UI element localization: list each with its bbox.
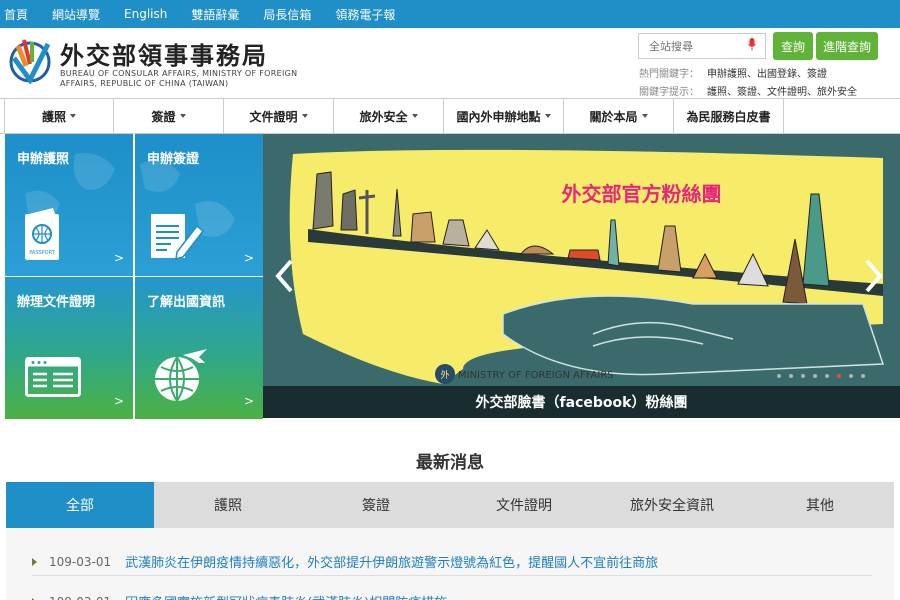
carousel-dot[interactable]	[813, 374, 817, 378]
news-item[interactable]: 109-03-01 武漢肺炎在伊朗疫情持續惡化，外交部提升伊朗旅遊警示燈號為紅色…	[32, 552, 872, 571]
top-utility-bar: 首頁 網站導覽 English 雙語辭彙 局長信箱 領務電子報	[0, 0, 900, 28]
carousel-dot[interactable]	[861, 374, 865, 378]
carousel-dot[interactable]	[825, 374, 829, 378]
bureau-logo-icon[interactable]	[6, 36, 54, 84]
tile-document-authentication[interactable]: 辦理文件證明 >	[5, 277, 133, 419]
caret-down-icon	[411, 114, 418, 118]
news-tab-all[interactable]: 全部	[6, 482, 154, 528]
banner-caption[interactable]: 外交部臉書（facebook）粉絲團	[263, 386, 900, 418]
news-divider	[32, 575, 872, 576]
hot-keywords-links[interactable]: 申辦護照、出國登錄、簽證	[707, 69, 827, 80]
caret-down-icon	[544, 114, 551, 118]
news-date: 109-03-01	[49, 554, 112, 569]
topbar-link-home[interactable]: 首頁	[4, 6, 28, 23]
carousel-dot[interactable]	[849, 374, 853, 378]
advanced-search-button[interactable]: 進階查詢	[816, 32, 878, 60]
news-list: 109-03-01 武漢肺炎在伊朗疫情持續惡化，外交部提升伊朗旅遊警示燈號為紅色…	[6, 528, 894, 600]
nav-item-label: 關於本局	[589, 109, 638, 124]
news-title-link[interactable]: 武漢肺炎在伊朗疫情持續惡化，外交部提升伊朗旅遊警示燈號為紅色，提醒國人不宜前往商…	[125, 552, 658, 571]
news-tab-passport[interactable]: 護照	[154, 482, 302, 528]
nav-item-label: 旅外安全	[359, 109, 408, 124]
tile-apply-visa[interactable]: 申辦簽證 >	[135, 134, 263, 276]
nav-item-passport[interactable]: 護照	[4, 99, 114, 133]
topbar-link-director-mailbox[interactable]: 局長信箱	[263, 6, 311, 23]
site-subtitle-line1: BUREAU OF CONSULAR AFFAIRS, MINISTRY OF …	[60, 69, 298, 78]
carousel-next-icon[interactable]	[863, 258, 885, 294]
document-pen-icon	[151, 214, 205, 261]
nav-item-service-white-paper[interactable]: 為民服務白皮書	[674, 99, 784, 133]
banner-org-text: MINISTRY OF FOREIGN AFFAIRS	[458, 370, 614, 381]
keyword-hints-label: 關鍵字提示：	[639, 87, 699, 98]
keyword-hints-links[interactable]: 護照、簽證、文件證明、旅外安全	[707, 87, 857, 98]
news-heading: 最新消息	[416, 453, 484, 473]
carousel-dot[interactable]	[801, 374, 805, 378]
hot-keywords-row: 熱門關鍵字： 申辦護照、出國登錄、簽證	[639, 65, 827, 80]
topbar-link-sitemap[interactable]: 網站導覽	[52, 6, 100, 23]
search-button[interactable]: 查詢	[773, 32, 813, 60]
news-tab-document-authentication[interactable]: 文件證明	[450, 482, 598, 528]
site-subtitle-line2: AFFAIRS, REPUBLIC OF CHINA (TAIWAN)	[60, 79, 229, 88]
nav-item-label: 簽證	[151, 109, 176, 124]
tile-label: 辦理文件證明	[17, 295, 96, 310]
tile-apply-passport[interactable]: 申辦護照 PASSPORT >	[5, 134, 133, 276]
nav-item-label: 護照	[41, 109, 66, 124]
caret-down-icon	[179, 114, 186, 118]
carousel-dots	[777, 374, 873, 378]
news-tabs: 全部 護照 簽證 文件證明 旅外安全資訊 其他	[6, 482, 894, 528]
caret-down-icon	[641, 114, 648, 118]
certificate-icon	[25, 357, 81, 397]
news-tab-travel-safety[interactable]: 旅外安全資訊	[598, 482, 746, 528]
nav-item-label: 國內外申辦地點	[456, 109, 541, 124]
passport-icon: PASSPORT	[25, 208, 59, 260]
carousel-prev-icon[interactable]	[273, 258, 295, 294]
nav-item-label: 為民服務白皮書	[686, 109, 771, 124]
banner-title: 外交部官方粉絲團	[561, 182, 722, 206]
nav-item-about[interactable]: 關於本局	[564, 99, 674, 133]
passport-text: PASSPORT	[29, 250, 56, 256]
news-date: 109-03-01	[49, 595, 111, 600]
hot-keywords-label: 熱門關鍵字：	[639, 69, 699, 80]
chevron-right-icon: >	[243, 251, 254, 265]
topbar-link-english[interactable]: English	[124, 7, 167, 21]
chevron-right-icon: >	[243, 394, 254, 408]
chevron-right-icon: >	[113, 251, 124, 265]
tile-label: 申辦護照	[17, 152, 70, 167]
carousel-dot[interactable]	[777, 374, 781, 378]
nav-item-travel-safety[interactable]: 旅外安全	[334, 99, 444, 133]
triangle-bullet-icon	[32, 557, 37, 566]
globe-plane-icon	[155, 349, 207, 402]
nav-item-visa[interactable]: 簽證	[114, 99, 224, 133]
caret-down-icon	[301, 114, 308, 118]
keyword-hints-row: 關鍵字提示： 護照、簽證、文件證明、旅外安全	[639, 83, 857, 98]
nav-item-label: 文件證明	[249, 109, 298, 124]
main-nav: 護照 簽證 文件證明 旅外安全 國內外申辦地點 關於本局 為民服務白皮書	[0, 98, 900, 134]
tile-travel-info[interactable]: 了解出國資訊 >	[135, 277, 263, 419]
site-search-input[interactable]	[638, 33, 766, 59]
news-tab-visa[interactable]: 簽證	[302, 482, 450, 528]
topbar-link-glossary[interactable]: 雙語辭彙	[191, 6, 239, 23]
carousel-dot[interactable]	[789, 374, 793, 378]
news-title-link[interactable]: 因應多國實施新型冠狀病毒肺炎(武漢肺炎)相關防疫措施	[125, 592, 447, 600]
chevron-right-icon: >	[113, 394, 124, 408]
news-tab-other[interactable]: 其他	[746, 482, 894, 528]
site-header: 外交部領事事務局 BUREAU OF CONSULAR AFFAIRS, MIN…	[0, 28, 900, 98]
caret-down-icon	[70, 114, 76, 118]
nav-item-document-authentication[interactable]: 文件證明	[224, 99, 334, 133]
carousel-dot[interactable]	[837, 374, 841, 378]
nav-item-application-locations[interactable]: 國內外申辦地點	[444, 99, 564, 133]
site-title[interactable]: 外交部領事事務局	[60, 36, 268, 71]
tile-label: 了解出國資訊	[147, 295, 226, 310]
news-item[interactable]: 109-03-01 因應多國實施新型冠狀病毒肺炎(武漢肺炎)相關防疫措施	[32, 592, 872, 600]
microphone-icon[interactable]	[748, 38, 756, 51]
tile-label: 申辦簽證	[147, 152, 200, 167]
topbar-link-newsletter[interactable]: 領務電子報	[335, 6, 395, 23]
mofa-seal-icon: 外	[440, 369, 449, 381]
site-subtitle: BUREAU OF CONSULAR AFFAIRS, MINISTRY OF …	[60, 69, 297, 89]
